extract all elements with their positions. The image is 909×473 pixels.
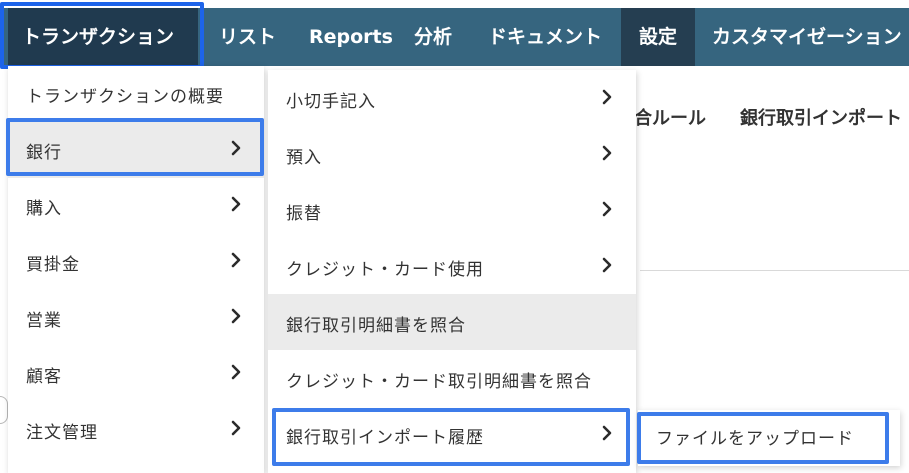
tab-lists[interactable]: リスト xyxy=(205,8,287,66)
tab-customization[interactable]: カスタマイゼーション xyxy=(700,8,909,66)
menu-item-transactions-overview[interactable]: トランザクションの概要 xyxy=(8,66,264,122)
bank-submenu: 小切手記入 預入 振替 クレジット・カード使用 銀行取引明細書を照合 クレジット… xyxy=(268,70,636,473)
page-divider xyxy=(640,270,909,271)
menu-item-label: 顧客 xyxy=(26,367,62,387)
chevron-right-icon xyxy=(602,201,612,217)
chevron-right-icon xyxy=(231,140,241,156)
menu-item-deposits[interactable]: 預入 xyxy=(268,126,636,182)
menu-item-credit-card-charges[interactable]: クレジット・カード使用 xyxy=(268,238,636,294)
menu-item-label: 銀行 xyxy=(26,143,62,163)
menu-item-order-management[interactable]: 注文管理 xyxy=(8,402,264,458)
menu-item-bank-import-history[interactable]: 銀行取引インポート履歴 xyxy=(268,406,636,462)
chevron-right-icon xyxy=(231,364,241,380)
chevron-right-icon xyxy=(602,257,612,273)
tab-reports[interactable]: Reports xyxy=(295,8,395,66)
menu-item-label: 購入 xyxy=(26,199,62,219)
chevron-right-icon xyxy=(231,196,241,212)
chevron-right-icon xyxy=(602,89,612,105)
highlight-transactions-tab xyxy=(0,2,204,69)
tab-documents[interactable]: ドキュメント xyxy=(476,8,616,66)
page-edge-element xyxy=(0,396,8,424)
menu-item-sales[interactable]: 営業 xyxy=(8,290,264,346)
menu-item-label: クレジット・カード使用 xyxy=(286,260,484,280)
chevron-right-icon xyxy=(231,420,241,436)
menu-item-transfers[interactable]: 振替 xyxy=(268,182,636,238)
chevron-right-icon xyxy=(231,252,241,268)
menu-item-upload-file[interactable]: ファイルをアップロード xyxy=(638,410,900,466)
transactions-menu: トランザクションの概要 銀行 購入 買掛金 営業 顧客 注文管理 xyxy=(8,66,264,473)
menu-item-label: 銀行取引インポート履歴 xyxy=(286,428,484,448)
menu-item-reconcile-bank[interactable]: 銀行取引明細書を照合 xyxy=(268,294,636,350)
menu-item-label: 注文管理 xyxy=(26,423,98,443)
menu-item-write-checks[interactable]: 小切手記入 xyxy=(268,70,636,126)
tab-setup[interactable]: 設定 xyxy=(621,8,695,66)
page-subtab-matching-rules[interactable]: 合ルール xyxy=(634,104,706,130)
menu-item-label: 営業 xyxy=(26,311,62,331)
menu-item-label: 小切手記入 xyxy=(286,92,376,112)
menu-item-payables[interactable]: 買掛金 xyxy=(8,234,264,290)
menu-item-label: 預入 xyxy=(286,148,322,168)
menu-item-reconcile-credit-card[interactable]: クレジット・カード取引明細書を照合 xyxy=(268,350,636,406)
chevron-right-icon xyxy=(602,145,612,161)
menu-item-label: 振替 xyxy=(286,204,322,224)
menu-item-label: 買掛金 xyxy=(26,255,80,275)
import-history-submenu: ファイルをアップロード xyxy=(638,410,900,466)
menu-item-label: 銀行取引明細書を照合 xyxy=(286,316,466,336)
menu-item-label: クレジット・カード取引明細書を照合 xyxy=(286,372,592,392)
menu-item-label: ファイルをアップロード xyxy=(656,429,854,449)
menu-item-bank[interactable]: 銀行 xyxy=(8,122,264,178)
menu-item-purchases[interactable]: 購入 xyxy=(8,178,264,234)
menu-item-customers[interactable]: 顧客 xyxy=(8,346,264,402)
chevron-right-icon xyxy=(231,308,241,324)
menu-item-label: トランザクションの概要 xyxy=(26,87,224,107)
tab-analytics[interactable]: 分析 xyxy=(404,8,466,66)
chevron-right-icon xyxy=(602,425,612,441)
page-subtab-bank-import[interactable]: 銀行取引インポート xyxy=(740,104,902,130)
